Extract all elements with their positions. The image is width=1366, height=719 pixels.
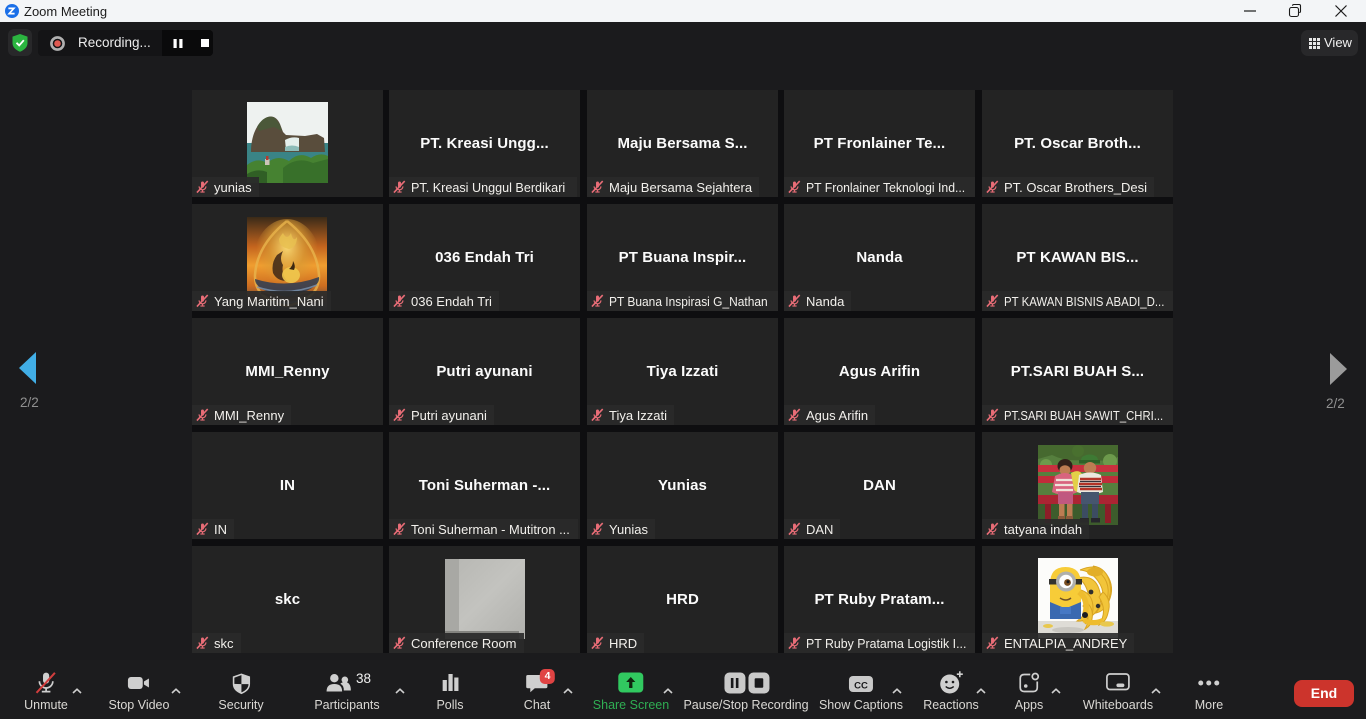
svg-text:CC: CC — [854, 680, 868, 691]
